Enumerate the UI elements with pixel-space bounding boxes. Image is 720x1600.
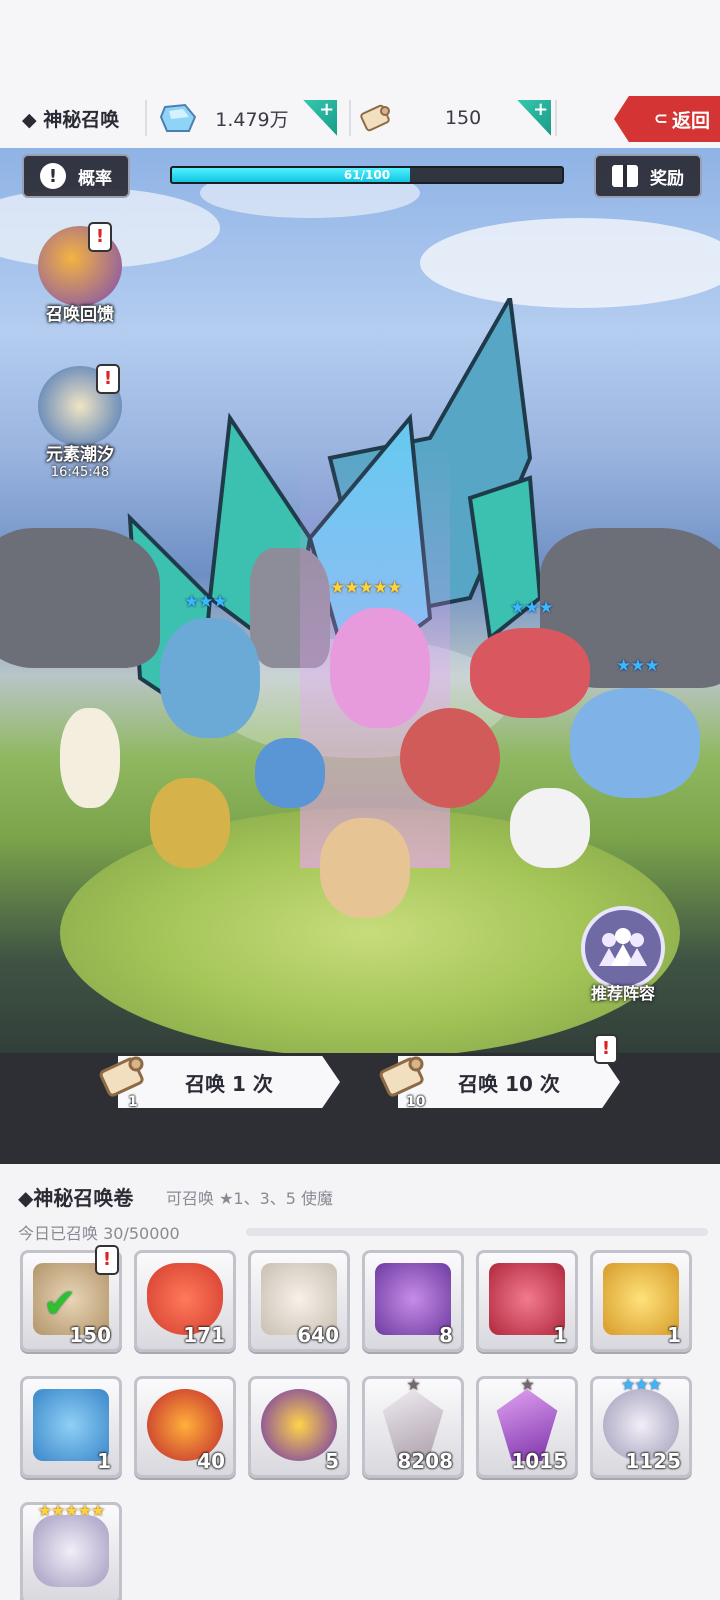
- item-slot-white-scroll[interactable]: 640: [248, 1250, 350, 1352]
- item-count: 1015: [511, 1449, 567, 1473]
- item-count: 40: [197, 1449, 225, 1473]
- single-scroll-cost: 1: [128, 1094, 138, 1110]
- return-arrow-icon: ⊂: [653, 109, 668, 129]
- rate-button[interactable]: ! 概率: [22, 154, 130, 198]
- three-star-rating: ★★★: [510, 598, 554, 618]
- item-count: 640: [297, 1323, 339, 1347]
- back-label: 返回: [671, 109, 710, 132]
- ten-scroll-cost: 10: [406, 1094, 426, 1110]
- item-count: 171: [183, 1323, 225, 1347]
- summon-progress-bar: 61/100: [170, 166, 564, 184]
- cloud: [420, 218, 720, 308]
- item-slot-heart[interactable]: 171: [134, 1250, 236, 1352]
- summon-once-label: 召唤 1 次: [185, 1071, 273, 1096]
- team-icon: [581, 906, 665, 990]
- reward-label: 奖励: [650, 168, 684, 189]
- item-slot-green-check-scroll[interactable]: ✔ 150 !: [20, 1245, 122, 1352]
- tide-timer: 16:45:48: [50, 465, 110, 480]
- inventory-title: ◆神秘召唤卷: [18, 1186, 134, 1210]
- ghost-character: [510, 788, 590, 868]
- item-count: 1125: [625, 1449, 681, 1473]
- warning-icon: !: [40, 163, 66, 189]
- item-count: 5: [325, 1449, 339, 1473]
- scroll-currency: 150 +: [351, 96, 552, 140]
- summon-scene: ★★★ ★★★★★ ★★★ ★★★ ! 概率 61/100 奖励 召唤回馈 !: [0, 148, 720, 1164]
- item-count: 150: [69, 1323, 111, 1347]
- plus-icon: +: [319, 99, 335, 120]
- alert-badge-icon: !: [88, 222, 112, 252]
- inventory-description: 可召唤 ★1、3、5 使魔: [166, 1189, 334, 1208]
- red-flower-monster-character: [470, 628, 590, 718]
- inventory-panel: ◆神秘召唤卷 可召唤 ★1、3、5 使魔 今日已召唤 30/50000 ✔ 15…: [0, 1164, 720, 1600]
- plus-icon: +: [533, 99, 549, 120]
- item-slot-white-crystal[interactable]: ★ 8208: [362, 1375, 464, 1478]
- summon-ten-button[interactable]: 召唤 10 次: [398, 1056, 620, 1108]
- three-star-rating: ★★★: [616, 656, 660, 676]
- hermit-crab-character: [255, 738, 325, 808]
- crystal-icon: [33, 1515, 109, 1587]
- element-tide-button[interactable]: 元素潮汐 16:45:48 !: [30, 364, 130, 480]
- recommend-lineup-button[interactable]: 推荐阵容: [578, 906, 668, 1004]
- mummy-character: [320, 818, 410, 918]
- team-glyph: [599, 928, 647, 966]
- item-slot-blue-scroll[interactable]: 1: [20, 1376, 122, 1478]
- pink-queen-character: [330, 608, 430, 728]
- item-slot-purple-crystal[interactable]: ★ 1015: [476, 1375, 578, 1478]
- item-count: 8: [439, 1323, 453, 1347]
- gem-amount: 1.479万: [215, 108, 289, 131]
- blue-mantis-character: [570, 688, 700, 798]
- check-icon: ✔: [43, 1281, 77, 1327]
- alert-badge-icon: !: [96, 364, 120, 394]
- scroll-amount: 150: [444, 107, 482, 129]
- blue-ogre-character: [160, 618, 260, 738]
- daily-summon-count: 今日已召唤 30/50000: [18, 1224, 180, 1243]
- item-slot-ring-crystal[interactable]: ★★★ 1125: [590, 1375, 692, 1478]
- yellow-plant-character: [150, 778, 230, 868]
- alert-badge-icon: !: [594, 1034, 618, 1064]
- add-gems-button[interactable]: +: [303, 99, 338, 136]
- item-slot-purple-scroll[interactable]: 8: [362, 1250, 464, 1352]
- daily-progress-bar: [246, 1228, 708, 1236]
- summon-ten-label: 召唤 10 次: [458, 1071, 560, 1096]
- scroll-icon: [360, 104, 391, 132]
- item-slot-red-scroll[interactable]: 1: [476, 1250, 578, 1352]
- item-count: 8208: [397, 1449, 453, 1473]
- summon-feedback-button[interactable]: 召唤回馈 !: [30, 222, 130, 325]
- three-star-rating: ★★★: [184, 592, 228, 612]
- divider: [555, 100, 558, 136]
- summon-screen: ◆ 神秘召唤 1.479万 + 150 + ⊂ 返回 ★★★ ★★★★★ ★★★…: [0, 0, 720, 1600]
- page-title: ◆ 神秘召唤: [22, 108, 120, 131]
- summon-once-button[interactable]: 召唤 1 次: [118, 1056, 340, 1108]
- scroll-icon: [99, 1056, 144, 1097]
- item-count: 1: [97, 1449, 111, 1473]
- recommend-label: 推荐阵容: [590, 984, 655, 1003]
- add-scrolls-button[interactable]: +: [517, 99, 552, 136]
- tide-label: 元素潮汐: [46, 445, 114, 465]
- top-bar: ◆ 神秘召唤 1.479万 + 150 + ⊂ 返回: [0, 88, 720, 148]
- item-slot-red-orb-scroll[interactable]: 40: [134, 1376, 236, 1478]
- item-slot-purple-orb-scroll[interactable]: 5: [248, 1376, 350, 1478]
- rock: [0, 528, 160, 668]
- gem-icon: [160, 103, 197, 132]
- item-count: 1: [667, 1323, 681, 1347]
- five-star-rating: ★★★★★: [330, 578, 402, 598]
- feedback-label: 召唤回馈: [46, 305, 114, 325]
- reward-button[interactable]: 奖励: [594, 154, 702, 198]
- rate-label: 概率: [78, 168, 112, 189]
- sun-wheel-character: [400, 708, 500, 808]
- item-slot-gold-scroll[interactable]: 1: [590, 1250, 692, 1352]
- gem-currency: 1.479万 +: [147, 96, 338, 140]
- gift-icon: [612, 165, 638, 187]
- item-slot-five-star-crystal[interactable]: ★★★★★: [20, 1501, 122, 1600]
- status-bar-area: [0, 0, 720, 88]
- alert-badge-icon: !: [95, 1245, 119, 1275]
- item-count: 1: [553, 1323, 567, 1347]
- back-button[interactable]: ⊂ 返回: [614, 96, 720, 142]
- progress-text: 61/100: [343, 168, 391, 182]
- girl-character: [60, 708, 120, 808]
